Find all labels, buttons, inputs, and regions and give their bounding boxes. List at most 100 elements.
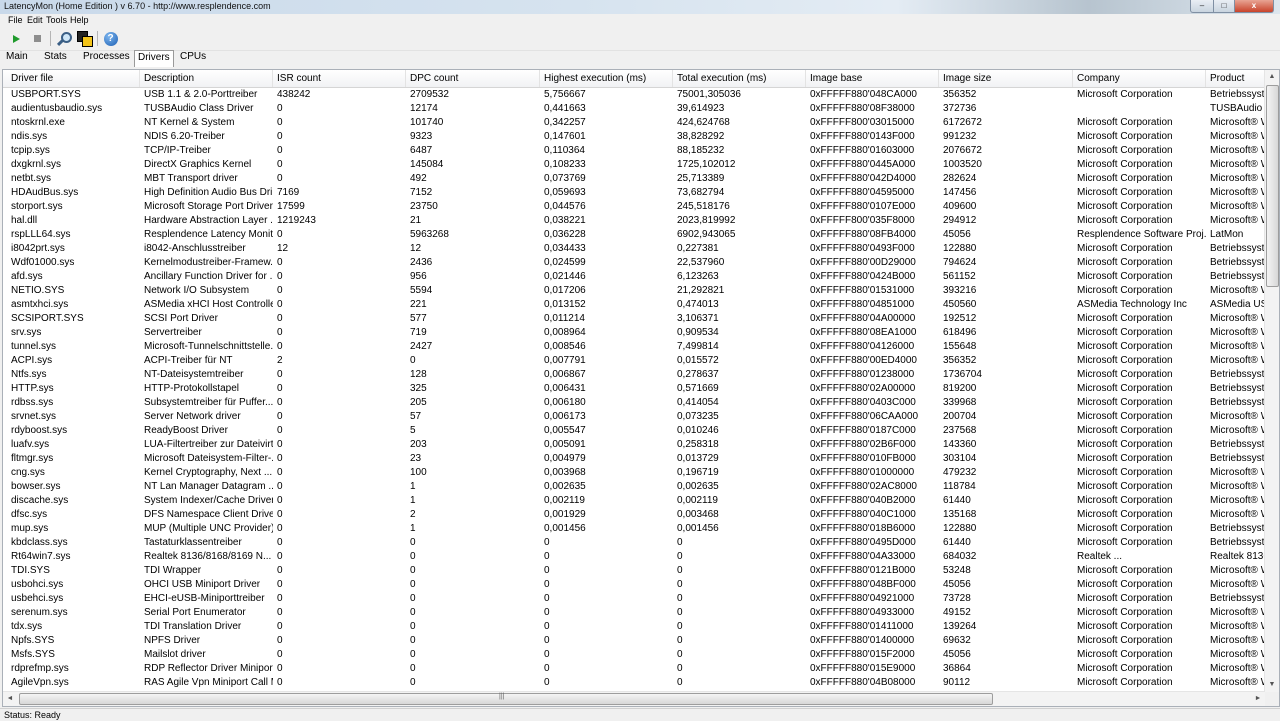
table-row[interactable]: Ntfs.sys NT-Dateisystemtreiber 0 128 0,00686… (3, 368, 1266, 382)
drivers-list[interactable]: Driver file Description ISR count DPC count… (2, 69, 1280, 707)
scroll-down-arrow-icon[interactable]: ▼ (1265, 678, 1279, 692)
table-row[interactable]: HTTP.sys HTTP-Protokollstapel 0 325 0,006431… (3, 382, 1266, 396)
column-header-highest-execution[interactable]: Highest execution (ms) (540, 70, 673, 87)
cell-image-size: 118784 (943, 481, 976, 492)
table-row[interactable]: kbdclass.sys Tastaturklassentreiber 0 0 0 0 0x… (3, 536, 1266, 550)
table-row[interactable]: bowser.sys NT Lan Manager Datagram ... 0 1 0… (3, 480, 1266, 494)
cell-image-base: 0xFFFFF880'018B6000 (810, 523, 916, 534)
cell-image-base: 0xFFFFF880'040C1000 (810, 509, 916, 520)
table-row[interactable]: srv.sys Servertreiber 0 719 0,008964 0,909534… (3, 326, 1266, 340)
table-row[interactable]: srvnet.sys Server Network driver 0 57 0,0061… (3, 410, 1266, 424)
vertical-scroll-thumb[interactable] (1266, 85, 1279, 287)
table-row[interactable]: audientusbaudio.sys TUSBAudio Class Drive… (3, 102, 1266, 116)
table-row[interactable]: NETIO.SYS Network I/O Subsystem 0 5594 0,017… (3, 284, 1266, 298)
cell-description: Realtek 8136/8168/8169 N... (144, 551, 272, 562)
table-row[interactable]: serenum.sys Serial Port Enumerator 0 0 0 0 0xF… (3, 606, 1266, 620)
menu-tools[interactable]: Tools (46, 15, 67, 25)
table-row[interactable]: netbt.sys MBT Transport driver 0 492 0,07376… (3, 172, 1266, 186)
table-row[interactable]: TDI.SYS TDI Wrapper 0 0 0 0 0xFFFFF880'0121B00… (3, 564, 1266, 578)
scroll-up-arrow-icon[interactable]: ▲ (1265, 70, 1279, 84)
column-header-dpc-count[interactable]: DPC count (406, 70, 540, 87)
scroll-right-arrow-icon[interactable]: ► (1251, 692, 1265, 706)
table-row[interactable]: dxgkrnl.sys DirectX Graphics Kernel 0 14508… (3, 158, 1266, 172)
minimize-button[interactable]: – (1190, 0, 1214, 13)
close-button[interactable]: x (1235, 0, 1274, 13)
table-row[interactable]: mup.sys MUP (Multiple UNC Provider)... 0 1 0… (3, 522, 1266, 536)
column-header-total-execution[interactable]: Total execution (ms) (673, 70, 806, 87)
table-row[interactable]: rdprefmp.sys RDP Reflector Driver Minipor… (3, 662, 1266, 676)
table-row[interactable]: hal.dll Hardware Abstraction Layer ... 121… (3, 214, 1266, 228)
column-header-company[interactable]: Company (1073, 70, 1206, 87)
start-button[interactable] (8, 30, 25, 47)
maximize-button[interactable]: □ (1214, 0, 1235, 13)
cell-driver-file: USBPORT.SYS (11, 89, 81, 100)
table-row[interactable]: tunnel.sys Microsoft-Tunnelschnittstelle.… (3, 340, 1266, 354)
tab-stats[interactable]: Stats (41, 50, 70, 65)
table-row[interactable]: rspLLL64.sys Resplendence Latency Monit..… (3, 228, 1265, 242)
table-row[interactable]: SCSIPORT.SYS SCSI Port Driver 0 577 0,011214… (3, 312, 1266, 326)
cell-isr-count: 0 (277, 145, 283, 156)
table-row[interactable]: dfsc.sys DFS Namespace Client Driver 0 2 0,0… (3, 508, 1266, 522)
scroll-left-arrow-icon[interactable]: ◄ (3, 692, 17, 706)
table-row[interactable]: rdbss.sys Subsystemtreiber für Puffer... 0… (3, 396, 1266, 410)
table-row[interactable]: ntoskrnl.exe NT Kernel & System 0 101740 0,3… (3, 116, 1266, 130)
column-header-driver-file[interactable]: Driver file (7, 70, 140, 87)
menu-help[interactable]: Help (70, 15, 89, 25)
table-row[interactable]: fltmgr.sys Microsoft Dateisystem-Filter-.… (3, 452, 1266, 466)
table-row[interactable]: usbohci.sys OHCI USB Miniport Driver 0 0 0 0 0… (3, 578, 1266, 592)
drivers-button[interactable] (76, 30, 93, 47)
table-row[interactable]: i8042prt.sys i8042-Anschlusstreiber 12 12 0,… (3, 242, 1266, 256)
cell-image-size: 479232 (943, 467, 977, 478)
cell-company: Microsoft Corporation (1077, 341, 1173, 352)
cell-description: Kernelmodustreiber-Framew... (144, 257, 273, 268)
table-row[interactable]: discache.sys System Indexer/Cache Driver 0… (3, 494, 1266, 508)
tab-drivers[interactable]: Drivers (134, 50, 174, 67)
cell-highest-execution: 0,003968 (544, 467, 586, 478)
table-row[interactable]: Wdf01000.sys Kernelmodustreiber-Framew...… (3, 256, 1266, 270)
table-row[interactable]: tcpip.sys TCP/IP-Treiber 0 6487 0,110364 88,1… (3, 144, 1266, 158)
table-row[interactable]: Msfs.SYS Mailslot driver 0 0 0 0 0xFFFFF880'01… (3, 648, 1266, 662)
tab-cpus[interactable]: CPUs (177, 50, 209, 65)
table-row[interactable]: asmtxhci.sys ASMedia xHCI Host Controlle.… (3, 298, 1266, 312)
table-row[interactable]: USBPORT.SYS USB 1.1 & 2.0-Porttreiber 4382… (3, 88, 1266, 102)
cell-total-execution: 0,227381 (677, 243, 719, 254)
cell-description: HTTP-Protokollstapel (144, 383, 240, 394)
column-header-description[interactable]: Description (140, 70, 273, 87)
tab-main[interactable]: Main (3, 50, 31, 65)
vertical-scrollbar[interactable]: ▲ ▼ (1264, 70, 1279, 692)
cell-dpc-count: 23 (410, 453, 422, 464)
table-row[interactable]: afd.sys Ancillary Function Driver for ...… (3, 270, 1266, 284)
table-row[interactable]: HDAudBus.sys High Definition Audio Bus Dr… (3, 186, 1266, 200)
help-button[interactable]: ? (102, 30, 119, 47)
table-row[interactable]: ndis.sys NDIS 6.20-Treiber 0 9323 0,147601 38… (3, 130, 1266, 144)
table-row[interactable]: cng.sys Kernel Cryptography, Next ... 0 100… (3, 466, 1266, 480)
stop-button[interactable] (29, 30, 46, 47)
horizontal-scrollbar[interactable]: ◄ ||| ► (3, 691, 1265, 706)
tab-processes[interactable]: Processes (80, 50, 133, 65)
cell-driver-file: kbdclass.sys (11, 537, 68, 548)
toolbar-separator (50, 31, 51, 46)
cell-image-size: 356352 (943, 89, 977, 100)
table-row[interactable]: ACPI.sys ACPI-Treiber für NT 2 0 0,007791 0,0… (3, 354, 1266, 368)
table-row[interactable]: luafv.sys LUA-Filtertreiber zur Dateivirt… (3, 438, 1266, 452)
analyze-button[interactable] (55, 30, 72, 47)
column-header-isr-count[interactable]: ISR count (273, 70, 406, 87)
table-row[interactable]: tdx.sys TDI Translation Driver 0 0 0 0 0xFFFFF… (3, 620, 1266, 634)
menu-edit[interactable]: Edit (27, 15, 43, 25)
cell-driver-file: HTTP.sys (11, 383, 54, 394)
column-header-image-base[interactable]: Image base (806, 70, 939, 87)
column-header-image-size[interactable]: Image size (939, 70, 1073, 87)
table-row[interactable]: Rt64win7.sys Realtek 8136/8168/8169 N... 0… (3, 550, 1266, 564)
table-row[interactable]: Npfs.SYS NPFS Driver 0 0 0 0 0xFFFFF880'014000… (3, 634, 1266, 648)
menu-file[interactable]: File (8, 15, 23, 25)
cell-driver-file: discache.sys (11, 495, 69, 506)
table-row[interactable]: AgileVpn.sys RAS Agile Vpn Miniport Call … (3, 676, 1266, 690)
cell-highest-execution: 0 (544, 621, 550, 632)
table-row[interactable]: storport.sys Microsoft Storage Port Drive… (3, 200, 1266, 214)
scroll-grip-icon: ||| (499, 693, 505, 700)
cell-image-base: 0xFFFFF880'042D4000 (810, 173, 916, 184)
column-header-product[interactable]: Product (1206, 70, 1266, 87)
horizontal-scroll-thumb[interactable] (19, 693, 993, 705)
table-row[interactable]: rdyboost.sys ReadyBoost Driver 0 5 0,005547 0… (3, 424, 1266, 438)
table-row[interactable]: usbehci.sys EHCI-eUSB-Miniporttreiber 0 0 0 0… (3, 592, 1266, 606)
